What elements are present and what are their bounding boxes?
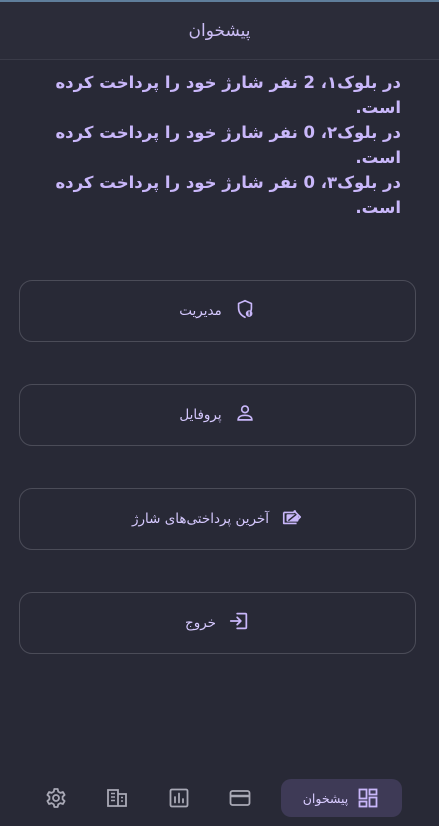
nav-buildings[interactable] xyxy=(101,780,133,816)
admin-button[interactable]: مدیریت xyxy=(19,280,416,342)
recent-payments-button[interactable]: آخرین پرداختی‌های شارژ xyxy=(19,488,416,550)
profile-button[interactable]: پروفایل xyxy=(19,384,416,446)
summary-line-block3: در بلوک۳، 0 نفر شارژ خود را پرداخت کرده … xyxy=(55,173,401,217)
nav-settings[interactable] xyxy=(40,780,72,816)
bottom-navigation: پیشخوان xyxy=(0,770,439,826)
person-icon xyxy=(234,402,256,428)
logout-icon xyxy=(228,610,250,636)
nav-payments[interactable] xyxy=(224,780,256,816)
nav-reports[interactable] xyxy=(163,780,195,816)
profile-label: پروفایل xyxy=(179,407,222,423)
chart-icon xyxy=(169,788,189,808)
nav-dashboard-label: پیشخوان xyxy=(302,790,349,806)
admin-shield-icon xyxy=(234,298,256,324)
admin-label: مدیریت xyxy=(179,303,222,319)
app-bar: پیشخوان xyxy=(0,2,439,60)
nav-dashboard[interactable]: پیشخوان xyxy=(281,779,402,817)
settings-icon xyxy=(46,788,66,808)
logout-label: خروج xyxy=(184,615,217,631)
logout-button[interactable]: خروج xyxy=(19,592,416,654)
card-icon xyxy=(229,790,251,806)
recent-payments-label: آخرین پرداختی‌های شارژ xyxy=(131,511,270,527)
summary-line-block2: در بلوک۲، 0 نفر شارژ خود را پرداخت کرده … xyxy=(55,123,401,167)
dashboard-icon xyxy=(358,788,378,808)
building-icon xyxy=(107,789,127,807)
payment-summary: در بلوک۱، 2 نفر شارژ خود را پرداخت کرده … xyxy=(20,70,401,220)
payments-icon xyxy=(281,506,303,532)
page-title: پیشخوان xyxy=(188,20,251,41)
summary-line-block1: در بلوک۱، 2 نفر شارژ خود را پرداخت کرده … xyxy=(55,73,401,117)
